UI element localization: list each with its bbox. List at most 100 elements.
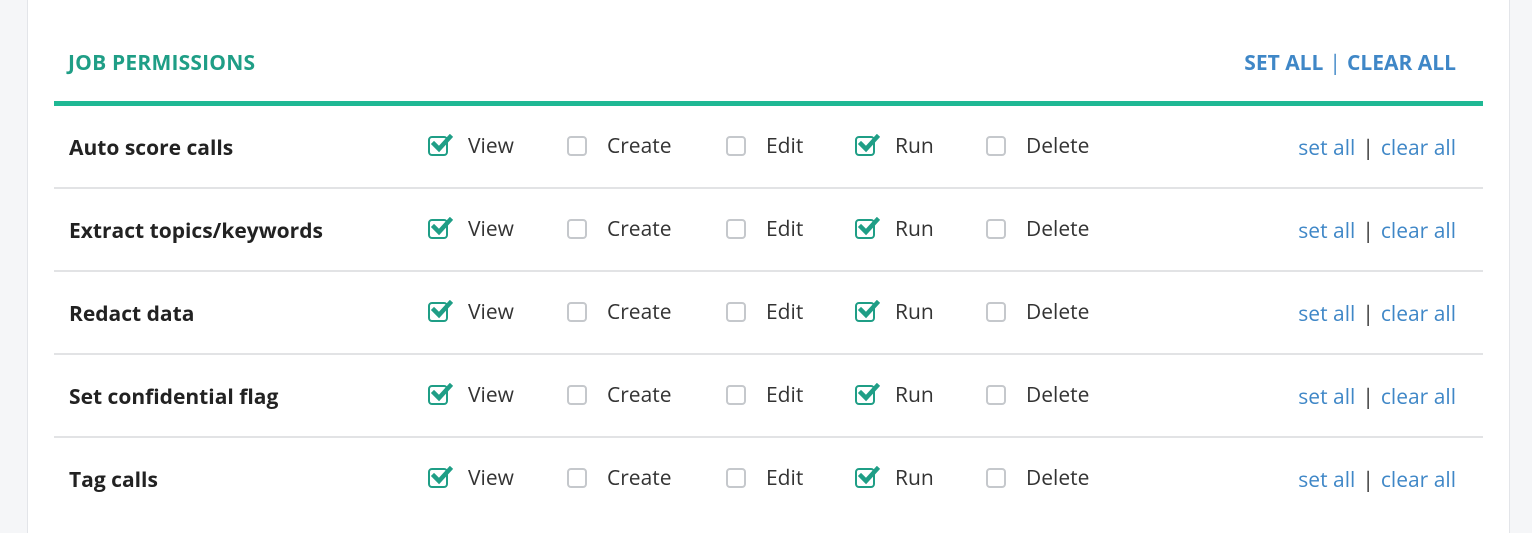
permission-label: Delete [1026,298,1090,326]
row-clear-all-link[interactable]: clear all [1381,466,1456,494]
checkbox-checked-icon[interactable] [855,217,880,239]
checkbox-unchecked-icon[interactable] [567,468,587,488]
row-label: Tag calls [69,466,158,494]
row-actions: set all | clear all [1298,134,1456,162]
permission-label: Create [607,132,672,160]
row-set-all-link[interactable]: set all [1298,466,1355,494]
checkbox-checked-icon[interactable] [855,300,880,322]
permission-delete-checkbox[interactable]: Delete [986,381,1089,409]
set-all-button[interactable]: SET ALL [1244,49,1323,77]
permission-label: Run [895,298,934,326]
checkbox-unchecked-icon[interactable] [726,302,746,322]
permission-delete-checkbox[interactable]: Delete [986,215,1089,243]
separator: | [1362,134,1374,162]
checkbox-unchecked-icon[interactable] [986,302,1006,322]
section-header: JOB PERMISSIONS SET ALL | CLEAR ALL [27,0,1456,102]
permission-run-checkbox[interactable]: Run [855,132,934,160]
permission-view-checkbox[interactable]: View [428,298,514,326]
permission-view-checkbox[interactable]: View [428,132,514,160]
checkbox-checked-icon[interactable] [428,134,453,156]
checkbox-checked-icon[interactable] [428,300,453,322]
permission-label: View [468,298,514,326]
checkbox-unchecked-icon[interactable] [986,136,1006,156]
permission-view-checkbox[interactable]: View [428,464,514,492]
permission-label: Delete [1026,132,1090,160]
permission-delete-checkbox[interactable]: Delete [986,298,1089,326]
row-clear-all-link[interactable]: clear all [1381,300,1456,328]
permission-label: Edit [766,464,804,492]
permission-label: View [468,132,514,160]
permission-label: Create [607,381,672,409]
permission-view-checkbox[interactable]: View [428,215,514,243]
permission-create-checkbox[interactable]: Create [567,132,672,160]
permission-label: Run [895,132,934,160]
permission-label: Delete [1026,215,1090,243]
permission-view-checkbox[interactable]: View [428,381,514,409]
checkbox-unchecked-icon[interactable] [726,219,746,239]
permission-edit-checkbox[interactable]: Edit [726,381,803,409]
row-set-all-link[interactable]: set all [1298,217,1355,245]
checkbox-checked-icon[interactable] [855,134,880,156]
row-clear-all-link[interactable]: clear all [1381,217,1456,245]
checkbox-unchecked-icon[interactable] [567,302,587,322]
permission-create-checkbox[interactable]: Create [567,298,672,326]
permission-label: Create [607,298,672,326]
row-clear-all-link[interactable]: clear all [1381,383,1456,411]
checkbox-unchecked-icon[interactable] [986,385,1006,405]
permission-label: Edit [766,132,804,160]
permission-row: Auto score calls View Create Edit Run Delete s… [54,106,1483,189]
permission-label: View [468,381,514,409]
checkbox-unchecked-icon[interactable] [726,468,746,488]
permission-label: View [468,215,514,243]
permission-edit-checkbox[interactable]: Edit [726,215,803,243]
permission-row: Extract topics/keywords View Create Edit Run… [54,189,1483,272]
permission-edit-checkbox[interactable]: Edit [726,132,803,160]
checkbox-checked-icon[interactable] [428,383,453,405]
permission-label: Delete [1026,464,1090,492]
permission-edit-checkbox[interactable]: Edit [726,298,803,326]
checkbox-unchecked-icon[interactable] [986,219,1006,239]
row-label: Set confidential flag [69,383,279,411]
permission-row: Redact data View Create Edit Run Delete set al… [54,272,1483,355]
row-set-all-link[interactable]: set all [1298,383,1355,411]
clear-all-button[interactable]: CLEAR ALL [1347,49,1456,77]
row-set-all-link[interactable]: set all [1298,300,1355,328]
row-actions: set all | clear all [1298,300,1456,328]
row-clear-all-link[interactable]: clear all [1381,134,1456,162]
checkbox-unchecked-icon[interactable] [567,385,587,405]
permission-label: Edit [766,381,804,409]
separator: | [1329,49,1341,77]
separator: | [1362,383,1374,411]
checkbox-checked-icon[interactable] [428,466,453,488]
permission-row: Tag calls View Create Edit Run Delete set all |… [54,438,1483,519]
permission-edit-checkbox[interactable]: Edit [726,464,803,492]
checkbox-unchecked-icon[interactable] [567,219,587,239]
row-set-all-link[interactable]: set all [1298,134,1355,162]
permission-label: Edit [766,298,804,326]
permission-run-checkbox[interactable]: Run [855,215,934,243]
checkbox-unchecked-icon[interactable] [986,468,1006,488]
permission-run-checkbox[interactable]: Run [855,298,934,326]
row-label: Extract topics/keywords [69,217,323,245]
checkbox-checked-icon[interactable] [428,217,453,239]
checkbox-unchecked-icon[interactable] [726,385,746,405]
checkbox-checked-icon[interactable] [855,383,880,405]
checkbox-checked-icon[interactable] [855,466,880,488]
permission-create-checkbox[interactable]: Create [567,215,672,243]
permission-run-checkbox[interactable]: Run [855,381,934,409]
row-label: Auto score calls [69,134,234,162]
checkbox-unchecked-icon[interactable] [567,136,587,156]
checkbox-unchecked-icon[interactable] [726,136,746,156]
permission-delete-checkbox[interactable]: Delete [986,464,1089,492]
permission-label: View [468,464,514,492]
permission-label: Delete [1026,381,1090,409]
permission-row: Set confidential flag View Create Edit Run De… [54,355,1483,438]
permission-label: Run [895,215,934,243]
permission-create-checkbox[interactable]: Create [567,381,672,409]
row-actions: set all | clear all [1298,466,1456,494]
permission-create-checkbox[interactable]: Create [567,464,672,492]
permission-run-checkbox[interactable]: Run [855,464,934,492]
separator: | [1362,217,1374,245]
row-actions: set all | clear all [1298,217,1456,245]
permission-delete-checkbox[interactable]: Delete [986,132,1089,160]
